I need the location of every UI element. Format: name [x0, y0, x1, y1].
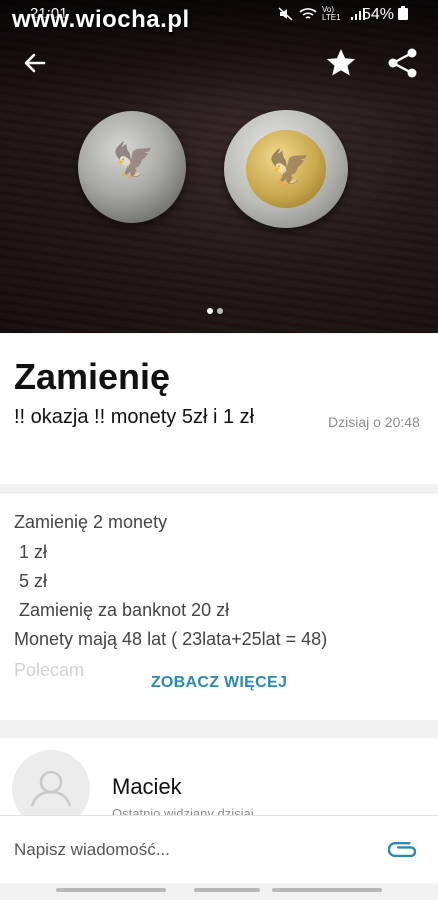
paperclip-icon — [387, 842, 417, 858]
listing-image-gallery[interactable]: 🦅 🦅 21:01 Vo) LTE1 54% www.wiocha.pl — [0, 0, 438, 333]
network-label: Vo) LTE1 — [322, 5, 341, 22]
message-input[interactable]: Napisz wiadomość... — [14, 840, 170, 860]
app-screen: 🦅 🦅 21:01 Vo) LTE1 54% www.wiocha.pl Zam… — [0, 0, 438, 900]
posted-time: Dzisiaj o 20:48 — [328, 414, 420, 430]
description-line: 1 zł — [14, 542, 48, 562]
coin-5zl-image: 🦅 — [224, 110, 348, 228]
seller-name: Maciek — [112, 774, 182, 799]
description-line: Monety mają 48 lat ( 23lata+25lat = 48) — [14, 629, 328, 649]
eagle-emblem-icon: 🦅 — [112, 142, 155, 180]
status-icons: Vo) LTE1 — [278, 6, 365, 22]
gallery-dot[interactable] — [217, 308, 223, 314]
mute-icon — [278, 7, 293, 21]
share-icon — [388, 48, 417, 78]
message-bar: Napisz wiadomość... — [0, 815, 438, 883]
nav-home[interactable] — [194, 888, 260, 892]
battery-level: 54% — [362, 6, 409, 24]
nav-back[interactable] — [272, 888, 382, 892]
description-line: Zamienię za banknot 20 zł — [14, 600, 230, 620]
back-button[interactable] — [18, 46, 52, 80]
coin-1zl-image: 🦅 — [78, 111, 186, 223]
gallery-dot-active[interactable] — [207, 308, 213, 314]
listing-subtitle: !! okazja !! monety 5zł i 1 zł — [14, 406, 255, 428]
description-line: Zamienię 2 monety — [14, 512, 168, 532]
favorite-button[interactable] — [324, 46, 358, 80]
battery-percent: 54% — [362, 6, 395, 23]
arrow-left-icon — [24, 53, 46, 73]
listing-header-card: Zamienię !! okazja !! monety 5zł i 1 zł … — [0, 334, 438, 484]
attach-button[interactable] — [387, 836, 418, 866]
gallery-pagination — [207, 308, 223, 314]
system-nav-bar — [0, 883, 438, 900]
wifi-icon — [299, 8, 317, 19]
description-line: 5 zł — [14, 571, 48, 591]
description-card: Zamienię 2 monety 1 zł 5 zł Zamienię za … — [0, 494, 438, 720]
watermark-text: www.wiocha.pl — [12, 6, 190, 33]
battery-icon — [398, 6, 409, 20]
show-more-button[interactable]: ZOBACZ WIĘCEJ — [0, 674, 438, 692]
share-button[interactable] — [386, 46, 420, 80]
eagle-emblem-icon: 🦅 — [268, 149, 311, 187]
listing-title: Zamienię — [14, 356, 171, 397]
star-icon — [326, 49, 356, 76]
nav-recents[interactable] — [56, 888, 166, 892]
